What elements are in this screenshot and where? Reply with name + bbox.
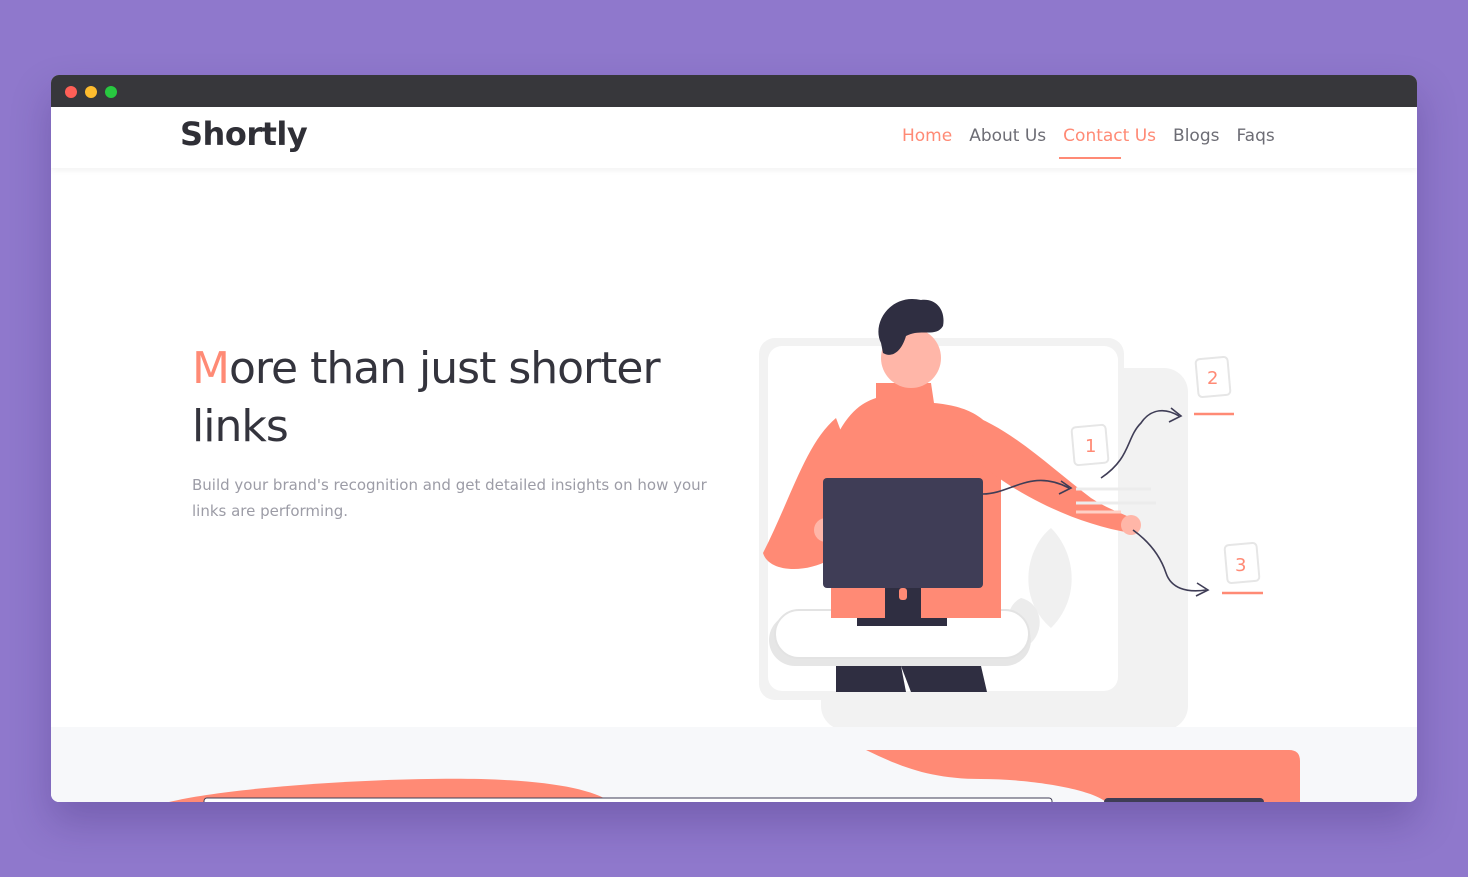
site-logo[interactable]: Shortly bbox=[180, 115, 308, 153]
hero-title-first-letter: M bbox=[192, 343, 230, 394]
site-navbar: Shortly Home About Us Contact Us Blogs F… bbox=[51, 107, 1417, 168]
left-leg bbox=[836, 666, 906, 692]
nav-link-home[interactable]: Home bbox=[902, 126, 952, 150]
nav-link-contact-us[interactable]: Contact Us bbox=[1063, 126, 1156, 150]
hero-section: More than just shorter links Build your … bbox=[51, 168, 1417, 730]
shorten-it-button[interactable] bbox=[1104, 798, 1264, 802]
nav-link-faqs[interactable]: Faqs bbox=[1236, 126, 1274, 150]
maximize-window-dot[interactable] bbox=[105, 86, 117, 98]
shorten-card-background bbox=[169, 750, 1300, 802]
window-titlebar bbox=[51, 75, 1417, 107]
monitor-screen bbox=[823, 478, 983, 588]
nav-link-about-us[interactable]: About Us bbox=[969, 126, 1046, 150]
step-label-1: 1 bbox=[1085, 436, 1096, 457]
hero-subtitle: Build your brand's recognition and get d… bbox=[192, 476, 707, 520]
browser-window: Shortly Home About Us Contact Us Blogs F… bbox=[51, 75, 1417, 802]
step-label-3: 3 bbox=[1235, 555, 1246, 576]
shorten-section bbox=[51, 727, 1417, 802]
shorten-card-wave-right bbox=[866, 750, 1300, 802]
right-hand bbox=[1121, 515, 1141, 535]
arrow-head-3 bbox=[1195, 582, 1210, 597]
nav-link-blogs[interactable]: Blogs bbox=[1173, 126, 1219, 150]
nav-links: Home About Us Contact Us Blogs Faqs bbox=[902, 126, 1275, 150]
monitor-light bbox=[899, 588, 907, 600]
hero-title: More than just shorter links bbox=[192, 340, 752, 456]
close-window-dot[interactable] bbox=[65, 86, 77, 98]
shorten-url-input[interactable] bbox=[203, 797, 1053, 802]
hero-title-rest: ore than just shorter links bbox=[192, 343, 661, 452]
minimize-window-dot[interactable] bbox=[85, 86, 97, 98]
right-leg bbox=[901, 666, 987, 692]
monitor-base bbox=[857, 618, 947, 626]
active-nav-underline bbox=[1059, 157, 1121, 159]
hero-illustration: 1 2 3 bbox=[759, 298, 1263, 730]
step-label-2: 2 bbox=[1207, 368, 1218, 389]
